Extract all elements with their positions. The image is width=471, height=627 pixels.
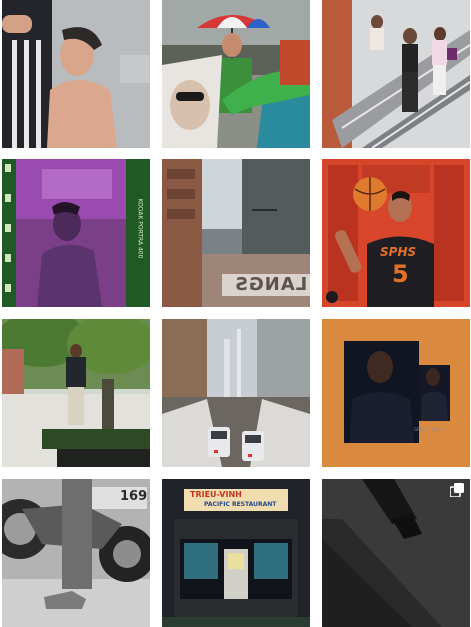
jersey-team-text: SPHS (380, 245, 417, 259)
bike-number-text: 169 (120, 489, 148, 504)
grid-post-9[interactable]: GRACE HOUSE (322, 319, 470, 467)
graffiti-text: LANGS (234, 274, 308, 295)
grid-post-10[interactable]: 169 (2, 479, 150, 627)
restaurant-sign-top: TRIEU-VINH (190, 490, 242, 499)
grid-post-3[interactable] (322, 0, 470, 148)
restaurant-sign-bottom: PACIFIC RESTAURANT (204, 501, 277, 508)
post-3-image (322, 0, 470, 148)
post-7-image (2, 319, 150, 467)
photo-grid: KODAK PORTRA 400 LANGS SPHS 5 GRACE HOUS… (0, 0, 471, 627)
caption-text: GRACE HOUSE (414, 427, 444, 432)
grid-post-12[interactable] (322, 479, 470, 627)
grid-post-7[interactable] (2, 319, 150, 467)
post-1-image (2, 0, 150, 148)
jersey-number-text: 5 (392, 260, 409, 288)
post-4-image (2, 159, 150, 307)
post-9-image (322, 319, 470, 467)
grid-post-8[interactable] (162, 319, 310, 467)
multiple-photos-icon (450, 483, 464, 497)
film-edge-text: KODAK PORTRA 400 (136, 198, 144, 259)
post-2-image (162, 0, 310, 148)
grid-post-11[interactable]: TRIEU-VINH PACIFIC RESTAURANT (162, 479, 310, 627)
grid-post-1[interactable] (2, 0, 150, 148)
grid-post-4[interactable]: KODAK PORTRA 400 (2, 159, 150, 307)
grid-post-2[interactable] (162, 0, 310, 148)
post-8-image (162, 319, 310, 467)
grid-post-6[interactable]: SPHS 5 (322, 159, 470, 307)
grid-post-5[interactable]: LANGS (162, 159, 310, 307)
post-12-image (322, 479, 470, 627)
